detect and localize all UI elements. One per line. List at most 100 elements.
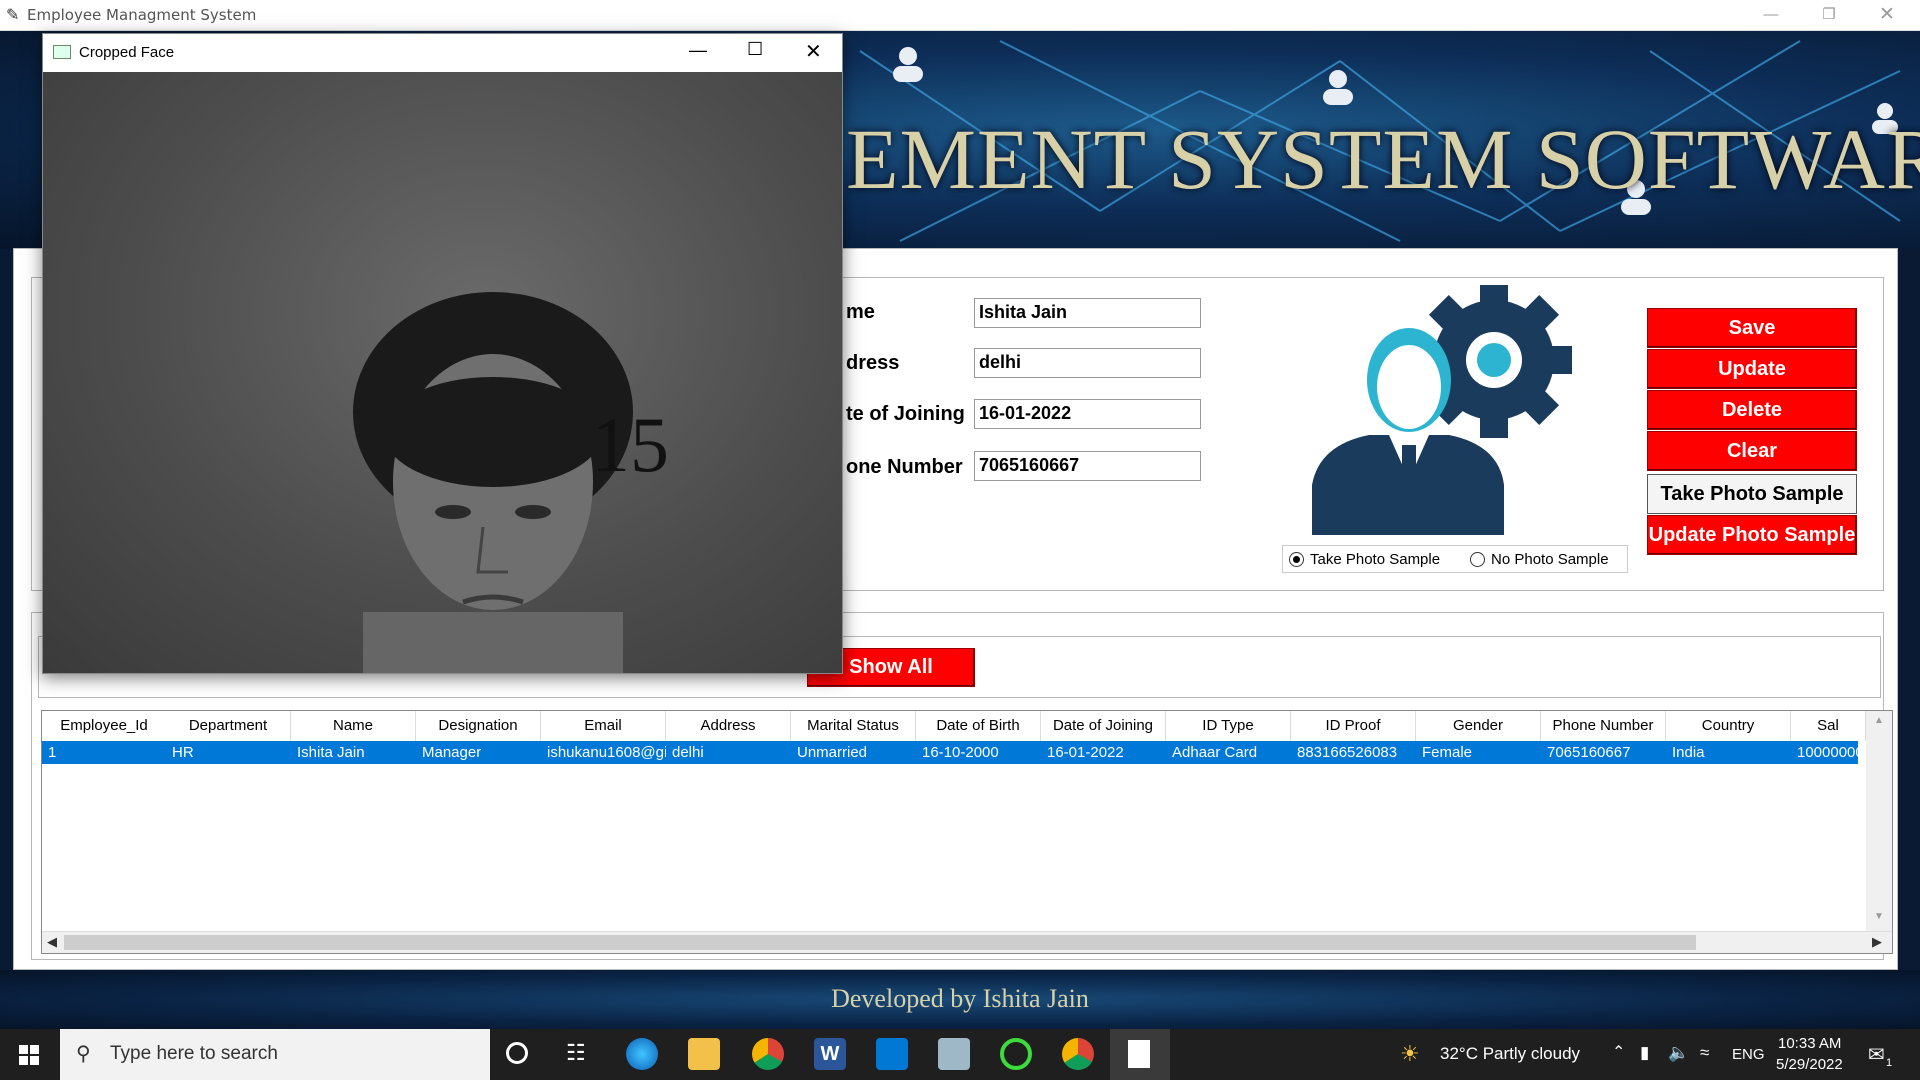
date-of-joining-field[interactable]: 16-01-2022 <box>974 399 1201 429</box>
table-cell: 10000000 <box>1797 744 1858 761</box>
take-photo-sample-radio[interactable]: Take Photo Sample <box>1289 551 1440 568</box>
clock-date[interactable]: 5/29/2022 <box>1776 1056 1843 1073</box>
vscode-icon[interactable] <box>876 1038 908 1070</box>
column-header[interactable]: Gender <box>1416 711 1541 741</box>
clock-time[interactable]: 10:33 AM <box>1778 1035 1841 1052</box>
scroll-right-icon[interactable]: ▶ <box>1872 934 1882 950</box>
face-photo <box>353 292 633 673</box>
face-sample-count-label: 15 <box>591 401 669 488</box>
main-window-titlebar: ✎ Employee Managment System — ❐ ✕ <box>0 0 1920 31</box>
column-header[interactable]: Department <box>166 711 291 741</box>
column-header[interactable]: Employee_Id <box>42 711 167 741</box>
maximize-icon[interactable]: ☐ <box>747 39 763 60</box>
weather-text[interactable]: 32°C Partly cloudy <box>1440 1044 1580 1064</box>
column-header[interactable]: Country <box>1666 711 1791 741</box>
scroll-left-icon[interactable]: ◀ <box>47 934 57 950</box>
column-header[interactable]: Date of Joining <box>1041 711 1166 741</box>
footer-banner: Developed by Ishita Jain <box>0 970 1920 1029</box>
cortana-icon[interactable] <box>506 1042 528 1064</box>
phone-number-field[interactable]: 7065160667 <box>974 451 1201 481</box>
column-header[interactable]: Email <box>541 711 666 741</box>
cropped-face-title: Cropped Face <box>79 44 175 61</box>
taskbar-search-placeholder: Type here to search <box>110 1043 278 1064</box>
phone-number-label: one Number <box>846 456 963 478</box>
loading-app-icon[interactable] <box>1000 1038 1032 1070</box>
table-cell: delhi <box>672 744 704 761</box>
restore-icon[interactable]: ❐ <box>1800 0 1858 31</box>
chevron-up-icon[interactable]: ⌃ <box>1612 1042 1625 1062</box>
search-icon: ⚲ <box>76 1043 91 1065</box>
table-cell: 16-01-2022 <box>1047 744 1124 761</box>
column-header[interactable]: Name <box>291 711 416 741</box>
table-cell: Adhaar Card <box>1172 744 1258 761</box>
employee-avatar-icon <box>1312 285 1572 535</box>
document-icon <box>1128 1040 1150 1068</box>
notification-count: 1 <box>1886 1057 1893 1069</box>
save-button[interactable]: Save <box>1647 308 1857 348</box>
scroll-down-icon[interactable]: ▼ <box>1874 911 1884 922</box>
windows-start-icon[interactable] <box>19 1045 39 1065</box>
taskbar-search-box[interactable]: ⚲ Type here to search <box>60 1029 490 1080</box>
column-header[interactable]: Address <box>666 711 791 741</box>
table-row[interactable]: 1 HR Ishita Jain Manager ishukanu1608@gi delh… <box>42 741 1858 764</box>
python-idle-icon[interactable] <box>938 1038 970 1070</box>
table-cell: 1 <box>48 744 57 761</box>
minimize-icon[interactable]: — <box>1742 0 1800 31</box>
address-field[interactable]: delhi <box>974 348 1201 378</box>
table-cell: 7065160667 <box>1547 744 1631 761</box>
scrollbar-thumb[interactable] <box>64 935 1696 950</box>
update-button[interactable]: Update <box>1647 349 1857 389</box>
volume-icon[interactable]: 🔈 <box>1668 1043 1689 1063</box>
weather-icon: ☀ <box>1400 1041 1420 1066</box>
active-app-highlight[interactable] <box>1110 1029 1170 1080</box>
cropped-face-titlebar[interactable]: Cropped Face — ☐ ✕ <box>43 34 842 72</box>
task-view-icon[interactable]: ☷ <box>566 1040 586 1066</box>
column-header[interactable]: ID Proof <box>1291 711 1416 741</box>
employee-table: Employee_Id Department Name Designation Emai… <box>41 710 1893 954</box>
horizontal-scrollbar[interactable]: ◀ ▶ <box>42 931 1892 953</box>
scroll-up-icon[interactable]: ▲ <box>1874 715 1884 726</box>
column-header[interactable]: Sal <box>1791 711 1866 741</box>
clear-button[interactable]: Clear <box>1647 431 1857 471</box>
feather-icon: ✎ <box>6 7 20 24</box>
table-cell: Manager <box>422 744 482 761</box>
date-of-joining-label: te of Joining <box>846 403 965 425</box>
column-header[interactable]: Phone Number <box>1541 711 1666 741</box>
vertical-scrollbar[interactable]: ▲ ▼ <box>1866 711 1892 931</box>
column-header[interactable]: ID Type <box>1166 711 1291 741</box>
column-header[interactable]: Marital Status <box>791 711 916 741</box>
table-cell: Unmarried <box>797 744 868 761</box>
photo-sample-radio-group: Take Photo Sample No Photo Sample <box>1282 545 1628 573</box>
table-cell: 16-10-2000 <box>922 744 999 761</box>
wifi-icon[interactable]: ≈ <box>1700 1043 1709 1063</box>
battery-icon[interactable]: ▮ <box>1640 1043 1649 1063</box>
radio-selected-icon <box>1289 552 1304 567</box>
close-icon[interactable]: ✕ <box>805 39 822 64</box>
app-banner-title: EMENT SYSTEM SOFTWARE <box>846 111 1920 207</box>
word-icon[interactable]: W <box>814 1038 846 1070</box>
chrome-profile-icon[interactable] <box>752 1038 784 1070</box>
edge-browser-icon[interactable] <box>626 1038 658 1070</box>
name-label: me <box>846 301 875 323</box>
notification-icon[interactable]: ✉ <box>1868 1042 1885 1067</box>
update-photo-sample-button[interactable]: Update Photo Sample <box>1647 515 1857 555</box>
take-photo-sample-button[interactable]: Take Photo Sample <box>1647 474 1857 514</box>
language-indicator[interactable]: ENG <box>1732 1046 1765 1063</box>
column-header[interactable]: Date of Birth <box>916 711 1041 741</box>
chrome-icon[interactable] <box>1062 1038 1094 1070</box>
close-icon[interactable]: ✕ <box>1858 0 1916 31</box>
window-app-icon <box>53 45 71 59</box>
file-explorer-icon[interactable] <box>688 1038 720 1070</box>
table-cell: Female <box>1422 744 1473 761</box>
table-cell: Ishita Jain <box>297 744 365 761</box>
no-photo-sample-radio[interactable]: No Photo Sample <box>1470 551 1609 568</box>
name-field[interactable]: Ishita Jain <box>974 298 1201 328</box>
delete-button[interactable]: Delete <box>1647 390 1857 430</box>
minimize-icon[interactable]: — <box>689 40 707 61</box>
table-cell: HR <box>172 744 194 761</box>
cropped-face-window[interactable]: Cropped Face — ☐ ✕ 15 <box>42 33 843 674</box>
address-label: dress <box>846 352 900 374</box>
column-header[interactable]: Designation <box>416 711 541 741</box>
table-cell: ishukanu1608@gi <box>547 744 666 761</box>
developer-credit: Developed by Ishita Jain <box>831 984 1089 1013</box>
